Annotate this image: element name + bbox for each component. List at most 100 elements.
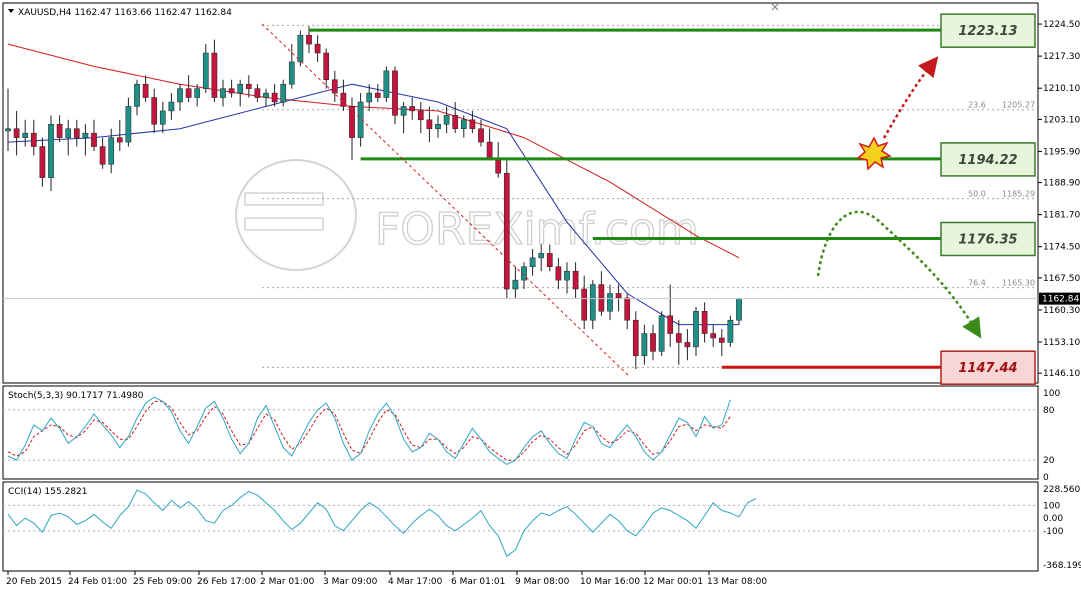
candle-body <box>48 124 54 178</box>
candle-body <box>469 119 476 129</box>
time-tick-label: 10 Mar 16:00 <box>580 577 640 587</box>
candle-body <box>280 83 287 103</box>
time-tick-label: 24 Feb 01:00 <box>68 577 127 587</box>
candle-body <box>30 132 37 147</box>
candle-body <box>555 266 562 281</box>
candle-body <box>288 61 295 85</box>
price-tick-label: 1153.10 <box>1043 338 1080 348</box>
time-tick-label: 4 Mar 17:00 <box>388 577 443 587</box>
candle-body <box>254 88 261 98</box>
price-chart: FOREXimf.com 23.6 1205.2750.0 1185.2976.4 1… <box>2 2 1081 587</box>
candle-body <box>168 101 175 112</box>
candle-body <box>366 92 373 103</box>
candle-body <box>245 83 252 89</box>
price-tick-label: 1146.10 <box>1043 369 1080 379</box>
candle-body <box>701 311 708 334</box>
grid-lines: 23.6 1205.27 50.0 1185.29 76.4 1165.30 <box>262 24 1036 368</box>
chart-menu-icon[interactable] <box>8 9 14 13</box>
current-price-label: 1162.84 <box>1042 295 1079 305</box>
level-label: 1147.44 <box>958 361 1017 376</box>
time-tick-label: 3 Mar 09:00 <box>323 577 378 587</box>
price-tick-label: 1174.50 <box>1043 243 1080 253</box>
candle-body <box>736 298 742 321</box>
candle-body <box>39 146 46 178</box>
cci-tick-label: 228.5607 <box>1043 485 1081 495</box>
candle-body <box>693 311 699 348</box>
time-tick-label: 9 Mar 08:00 <box>515 577 570 587</box>
candle-body <box>641 333 648 357</box>
time-tick-label: 26 Feb 17:00 <box>197 577 256 587</box>
candle-body <box>5 128 11 132</box>
candle-body <box>73 128 80 138</box>
candle-body <box>194 88 201 98</box>
candle-body <box>306 34 312 45</box>
candle-body <box>185 88 192 98</box>
stoch-tick-label: 20 <box>1043 456 1055 466</box>
candle-body <box>142 83 149 98</box>
candle-body <box>589 284 596 321</box>
price-tick-label: 1224.50 <box>1043 20 1080 30</box>
price-tick-label: 1203.10 <box>1043 115 1080 125</box>
candle-body <box>598 284 605 312</box>
watermark: FOREXimf.com <box>235 159 699 271</box>
candle-body <box>392 70 398 116</box>
candle-body <box>263 92 269 98</box>
candle-body <box>564 270 570 281</box>
candle-body <box>503 172 510 290</box>
level-label: 1194.22 <box>958 153 1017 168</box>
stoch-tick-label: 80 <box>1043 406 1055 416</box>
fib-ratio-label: 76.4 <box>968 279 986 288</box>
candle-body <box>452 115 459 129</box>
candle-body <box>529 257 536 268</box>
stoch-panel-frame <box>2 385 1039 480</box>
candle-body <box>220 88 226 98</box>
candle-body <box>460 119 467 129</box>
watermark-text: FOREXimf.com <box>375 204 699 255</box>
candle-body <box>22 132 29 138</box>
fib-price-label: 1205.27 <box>1002 101 1035 110</box>
candle-body <box>538 253 545 259</box>
cci-tick-label: 0.00 <box>1043 514 1063 524</box>
moving-averages <box>7 43 740 326</box>
price-tick-label: 1181.70 <box>1043 211 1080 221</box>
candle-body <box>478 128 484 143</box>
time-tick-label: 25 Feb 09:00 <box>133 577 192 587</box>
candle-body <box>177 88 183 103</box>
candle-body <box>435 124 441 129</box>
candle-body <box>400 106 407 116</box>
candle-body <box>65 128 72 138</box>
candle-body <box>56 124 63 138</box>
candle-body <box>607 293 613 312</box>
main-panel-frame <box>2 2 1039 384</box>
candle-body <box>271 92 278 103</box>
candle-body <box>718 337 725 343</box>
stoch-tick-label: 0 <box>1043 473 1049 483</box>
candle-body <box>710 333 717 339</box>
candle-body <box>211 52 218 98</box>
candle-body <box>443 115 450 125</box>
cci-line <box>7 489 757 558</box>
level-label: 1176.35 <box>958 232 1017 247</box>
close-icon[interactable] <box>771 3 779 11</box>
candle-body <box>417 110 424 121</box>
candle-body <box>323 52 330 80</box>
time-axis: 20 Feb 2015 24 Feb 01:00 25 Feb 09:00 26 Fe… <box>6 571 767 587</box>
candle-body <box>658 315 665 352</box>
candle-body <box>572 270 579 290</box>
trend-line <box>261 23 629 376</box>
candle-body <box>512 279 519 290</box>
cci-label: CCI(14) 155.2821 <box>8 487 88 497</box>
price-tick-label: 1167.50 <box>1043 274 1080 284</box>
candle-body <box>624 297 631 321</box>
cci-panel: 228.5607 100 0.00 -100 -368.1993 <box>3 485 1081 571</box>
candle-body <box>684 342 691 348</box>
stochastic-panel: 100 80 20 0 <box>3 389 1060 483</box>
candle-body <box>650 333 656 352</box>
candle-body <box>159 110 166 125</box>
time-tick-label: 6 Mar 01:01 <box>451 577 505 587</box>
candle-body <box>667 315 674 334</box>
cci-tick-label: 100 <box>1043 501 1060 511</box>
fib-price-label: 1165.30 <box>1002 279 1035 288</box>
stoch-tick-label: 100 <box>1043 389 1060 399</box>
candle-body <box>495 159 502 174</box>
